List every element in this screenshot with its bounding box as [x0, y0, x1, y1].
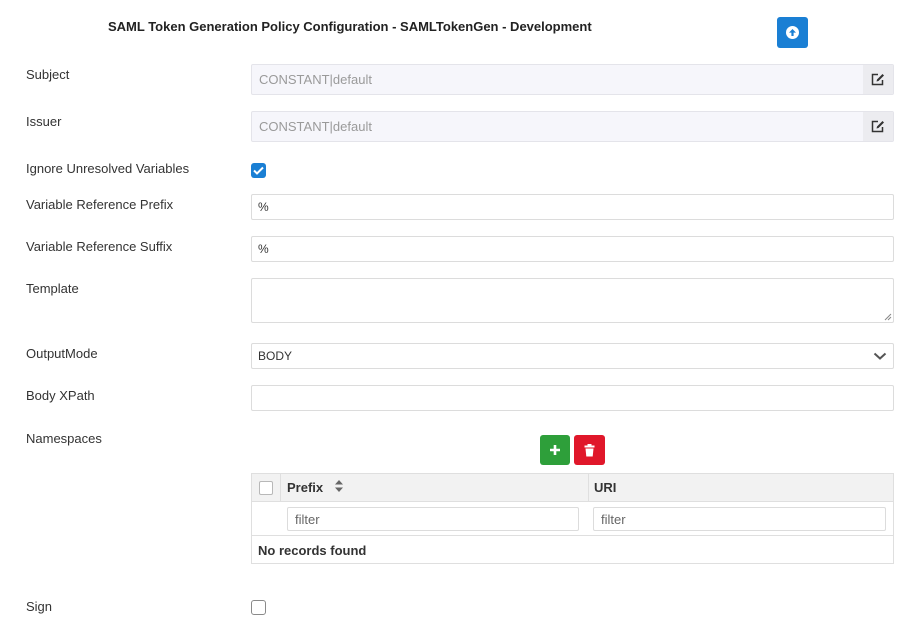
- filter-row: filter filter: [252, 502, 893, 536]
- issuer-field: CONSTANT|default: [251, 111, 894, 142]
- sign-checkbox[interactable]: [251, 600, 266, 615]
- subject-field: CONSTANT|default: [251, 64, 894, 95]
- issuer-value: CONSTANT|default: [259, 119, 372, 134]
- column-header-uri[interactable]: URI: [594, 480, 616, 495]
- prefix-filter-input[interactable]: filter: [287, 507, 579, 531]
- var-suffix-input[interactable]: %: [251, 236, 894, 262]
- edit-icon: [871, 120, 884, 133]
- upload-button[interactable]: [777, 17, 808, 48]
- var-prefix-label: Variable Reference Prefix: [26, 197, 174, 212]
- delete-namespace-button[interactable]: [574, 435, 605, 465]
- var-suffix-label: Variable Reference Suffix: [26, 239, 173, 254]
- subject-value: CONSTANT|default: [259, 72, 372, 87]
- issuer-label: Issuer: [26, 114, 62, 129]
- sign-label: Sign: [26, 599, 53, 614]
- uri-filter-input[interactable]: filter: [593, 507, 886, 531]
- sort-icon[interactable]: [334, 479, 344, 493]
- ignore-unresolved-checkbox[interactable]: [251, 163, 266, 178]
- resize-grip-icon[interactable]: [884, 313, 892, 321]
- edit-icon: [871, 73, 884, 86]
- page-title: SAML Token Generation Policy Configurati…: [108, 19, 592, 34]
- add-namespace-button[interactable]: [540, 435, 570, 465]
- select-all-checkbox[interactable]: [259, 481, 273, 495]
- namespaces-table: Prefix URI filter filter No records foun…: [251, 473, 894, 564]
- var-prefix-input[interactable]: %: [251, 194, 894, 220]
- upload-circle-icon: [786, 26, 799, 39]
- column-header-prefix[interactable]: Prefix: [287, 480, 323, 495]
- var-prefix-value: %: [258, 200, 269, 214]
- namespaces-label: Namespaces: [26, 431, 102, 446]
- body-xpath-input[interactable]: [251, 385, 894, 411]
- trash-icon: [584, 443, 595, 456]
- checkmark-icon: [253, 166, 264, 175]
- var-suffix-value: %: [258, 242, 269, 256]
- subject-edit-button[interactable]: [863, 65, 893, 94]
- uri-filter-placeholder: filter: [601, 512, 626, 527]
- subject-label: Subject: [26, 67, 70, 82]
- output-mode-select[interactable]: BODY: [251, 343, 894, 369]
- output-mode-label: OutputMode: [26, 346, 98, 361]
- template-label: Template: [26, 281, 79, 296]
- empty-message: No records found: [258, 543, 367, 558]
- body-xpath-label: Body XPath: [26, 388, 95, 403]
- template-textarea[interactable]: [251, 278, 894, 323]
- table-header: Prefix URI: [252, 474, 893, 535]
- issuer-edit-button[interactable]: [863, 112, 893, 141]
- prefix-filter-placeholder: filter: [295, 512, 320, 527]
- ignore-unresolved-label: Ignore Unresolved Variables: [26, 161, 190, 176]
- plus-icon: [550, 445, 560, 455]
- output-mode-value: BODY: [258, 349, 293, 363]
- chevron-down-icon: [873, 352, 887, 360]
